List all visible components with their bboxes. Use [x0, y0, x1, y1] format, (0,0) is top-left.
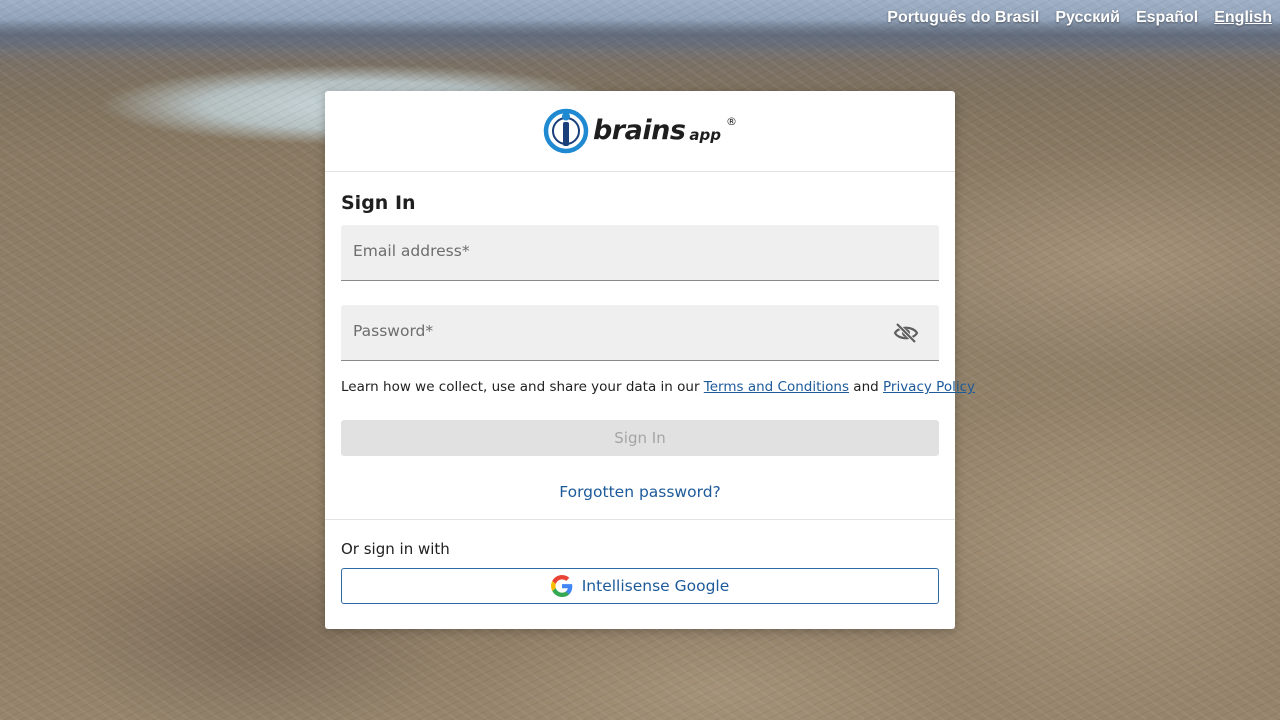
- email-input[interactable]: [341, 225, 939, 280]
- google-signin-label: Intellisense Google: [581, 577, 730, 595]
- language-ru-link[interactable]: Русский: [1055, 9, 1120, 27]
- alt-signin-label: Or sign in with: [341, 540, 450, 558]
- language-es-link[interactable]: Español: [1136, 9, 1198, 27]
- alt-signin-section: Or sign in with Intellisense Google: [325, 540, 955, 604]
- password-field[interactable]: Password*: [341, 305, 939, 361]
- brains-logo-icon: [543, 108, 589, 154]
- privacy-link[interactable]: Privacy Policy: [883, 379, 975, 395]
- terms-link[interactable]: Terms and Conditions: [704, 379, 849, 395]
- legal-notice: Learn how we collect, use and share your…: [341, 379, 975, 395]
- section-divider: [325, 519, 955, 520]
- brand-logo: brains app ®: [543, 108, 737, 154]
- language-pt-br-link[interactable]: Português do Brasil: [887, 9, 1039, 27]
- signin-button[interactable]: Sign In: [341, 420, 939, 456]
- logo-registered-mark: ®: [726, 114, 738, 128]
- password-input[interactable]: [341, 305, 939, 360]
- language-switcher: Português do Brasil Русский Español Engl…: [887, 9, 1272, 27]
- signin-form: Sign In Email address* Password* Learn h…: [325, 192, 975, 501]
- forgot-password-link[interactable]: Forgotten password?: [341, 483, 939, 501]
- eye-off-icon: [893, 322, 919, 344]
- page-title: Sign In: [341, 192, 416, 214]
- logo-wordmark: brains: [592, 114, 686, 146]
- password-visibility-toggle[interactable]: [893, 321, 919, 345]
- signin-card: brains app ® Sign In Email address* Pass…: [325, 91, 975, 629]
- card-header: brains app ®: [325, 91, 955, 172]
- email-field[interactable]: Email address*: [341, 225, 939, 281]
- logo-suffix: app: [689, 126, 722, 144]
- google-icon: [550, 575, 573, 597]
- language-en-link[interactable]: English: [1214, 9, 1272, 27]
- google-signin-button[interactable]: Intellisense Google: [341, 568, 939, 604]
